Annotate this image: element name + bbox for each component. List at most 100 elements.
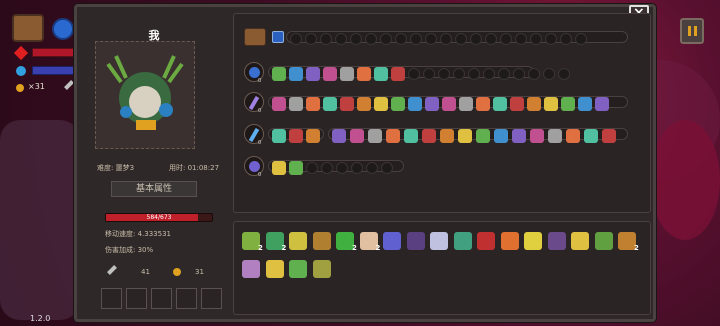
upgrade-icon[interactable] (306, 129, 320, 143)
equipment-item[interactable] (547, 232, 566, 250)
empty-upgrade-slot (305, 33, 317, 45)
upgrade-icon[interactable] (544, 97, 558, 111)
character-info: 我 难度: 噩梦3 用时: 01:08:27 基本属性 584/673 移动速度… (85, 13, 223, 315)
equipment-item[interactable] (242, 260, 260, 278)
move-speed-label: 移动速度: 4.333531 (105, 230, 171, 238)
pause-button[interactable] (680, 18, 704, 44)
difficulty-label: 难度: 噩梦3 (97, 164, 135, 172)
upgrade-icon[interactable] (476, 97, 490, 111)
upgrade-icon[interactable] (566, 129, 580, 143)
upgrade-icon[interactable] (584, 129, 598, 143)
upgrade-icon[interactable] (332, 129, 346, 143)
weapon-level: 0 (258, 140, 262, 146)
upgrade-icon[interactable] (476, 129, 490, 143)
coin-icon (173, 268, 181, 276)
upgrade-icon[interactable] (323, 67, 337, 81)
coin-icon (16, 84, 24, 92)
upgrade-icon[interactable] (323, 97, 337, 111)
hud-mana-bar (32, 66, 74, 75)
upgrade-icon[interactable] (357, 67, 371, 81)
empty-upgrade-slot (558, 68, 570, 80)
upgrade-icon[interactable] (357, 97, 371, 111)
rune-icon[interactable] (272, 31, 284, 43)
upgrade-icon[interactable] (442, 97, 456, 111)
hud-hp-bar (32, 48, 74, 57)
empty-upgrade-slot (530, 33, 542, 45)
chest-icon[interactable] (244, 28, 266, 46)
upgrade-icon[interactable] (391, 67, 405, 81)
upgrade-icon[interactable] (374, 67, 388, 81)
chest-icon[interactable] (12, 14, 44, 42)
upgrade-icon[interactable] (440, 129, 454, 143)
empty-upgrade-slot (350, 33, 362, 45)
equipment-item[interactable] (571, 232, 589, 250)
upgrade-icon[interactable] (548, 129, 562, 143)
upgrade-icon[interactable] (493, 97, 507, 111)
upgrade-icon[interactable] (404, 129, 418, 143)
equipment-item[interactable] (430, 232, 448, 250)
empty-upgrade-slot (560, 33, 572, 45)
inventory-slot[interactable] (101, 288, 122, 309)
upgrade-icon[interactable] (340, 97, 354, 111)
empty-upgrade-slot (468, 68, 480, 80)
upgrade-icon[interactable] (289, 97, 303, 111)
equipment-item[interactable] (524, 232, 542, 250)
upgrade-icon[interactable] (408, 97, 422, 111)
upgrade-icon[interactable] (527, 97, 541, 111)
upgrade-icon[interactable] (306, 97, 320, 111)
empty-upgrade-slot (408, 68, 420, 80)
hp-text: 584/673 (146, 214, 172, 221)
character-sprite (106, 55, 184, 130)
upgrade-icon[interactable] (374, 97, 388, 111)
inventory-slot[interactable] (176, 288, 197, 309)
equipment-item[interactable] (383, 232, 401, 250)
upgrade-icon[interactable] (530, 129, 544, 143)
upgrade-icon[interactable] (458, 129, 472, 143)
weapon-level: 0 (258, 78, 262, 84)
equipment-item[interactable] (406, 232, 425, 250)
upgrade-icon[interactable] (340, 67, 354, 81)
orb-skill-icon[interactable] (52, 18, 74, 40)
upgrade-icon[interactable] (289, 67, 303, 81)
upgrade-icon[interactable] (306, 67, 320, 81)
upgrade-icon[interactable] (578, 97, 592, 111)
equipment-item[interactable] (289, 232, 307, 250)
inventory-slot[interactable] (151, 288, 172, 309)
inventory-slot[interactable] (201, 288, 222, 309)
upgrade-icon[interactable] (459, 97, 473, 111)
equipment-item[interactable] (289, 260, 307, 278)
equipment-item[interactable] (594, 232, 613, 250)
section-title-basic-attributes[interactable]: 基本属性 (111, 181, 197, 197)
upgrade-icon[interactable] (272, 97, 286, 111)
upgrade-icon[interactable] (510, 97, 524, 111)
upgrade-icon[interactable] (386, 129, 400, 143)
purple-gem-icon (249, 161, 260, 172)
upgrade-icon[interactable] (272, 129, 286, 143)
upgrade-icon[interactable] (561, 97, 575, 111)
equipment-item[interactable] (453, 232, 472, 250)
equipment-item[interactable] (477, 232, 495, 250)
upgrade-icon[interactable] (350, 129, 364, 143)
equipment-item[interactable] (500, 232, 519, 250)
upgrade-icon[interactable] (494, 129, 508, 143)
empty-upgrade-slot (575, 33, 587, 45)
equipment-item[interactable] (312, 260, 331, 278)
upgrade-icon[interactable] (289, 129, 303, 143)
upgrade-icon[interactable] (272, 67, 286, 81)
upgrade-icon[interactable] (422, 129, 436, 143)
upgrade-icon[interactable] (602, 129, 616, 143)
upgrade-icon[interactable] (425, 97, 439, 111)
upgrade-icon[interactable] (272, 161, 286, 175)
equipment-item[interactable] (265, 260, 284, 278)
upgrade-icon[interactable] (391, 97, 405, 111)
inventory-slot[interactable] (126, 288, 147, 309)
upgrade-icon[interactable] (595, 97, 609, 111)
upgrade-icon[interactable] (512, 129, 526, 143)
hp-bar: 584/673 (105, 213, 213, 222)
empty-upgrade-slot (336, 162, 348, 174)
equipment-item[interactable] (312, 232, 331, 250)
empty-upgrade-slot (320, 33, 332, 45)
upgrade-icon[interactable] (289, 161, 303, 175)
empty-upgrade-slot (453, 68, 465, 80)
upgrade-icon[interactable] (368, 129, 382, 143)
